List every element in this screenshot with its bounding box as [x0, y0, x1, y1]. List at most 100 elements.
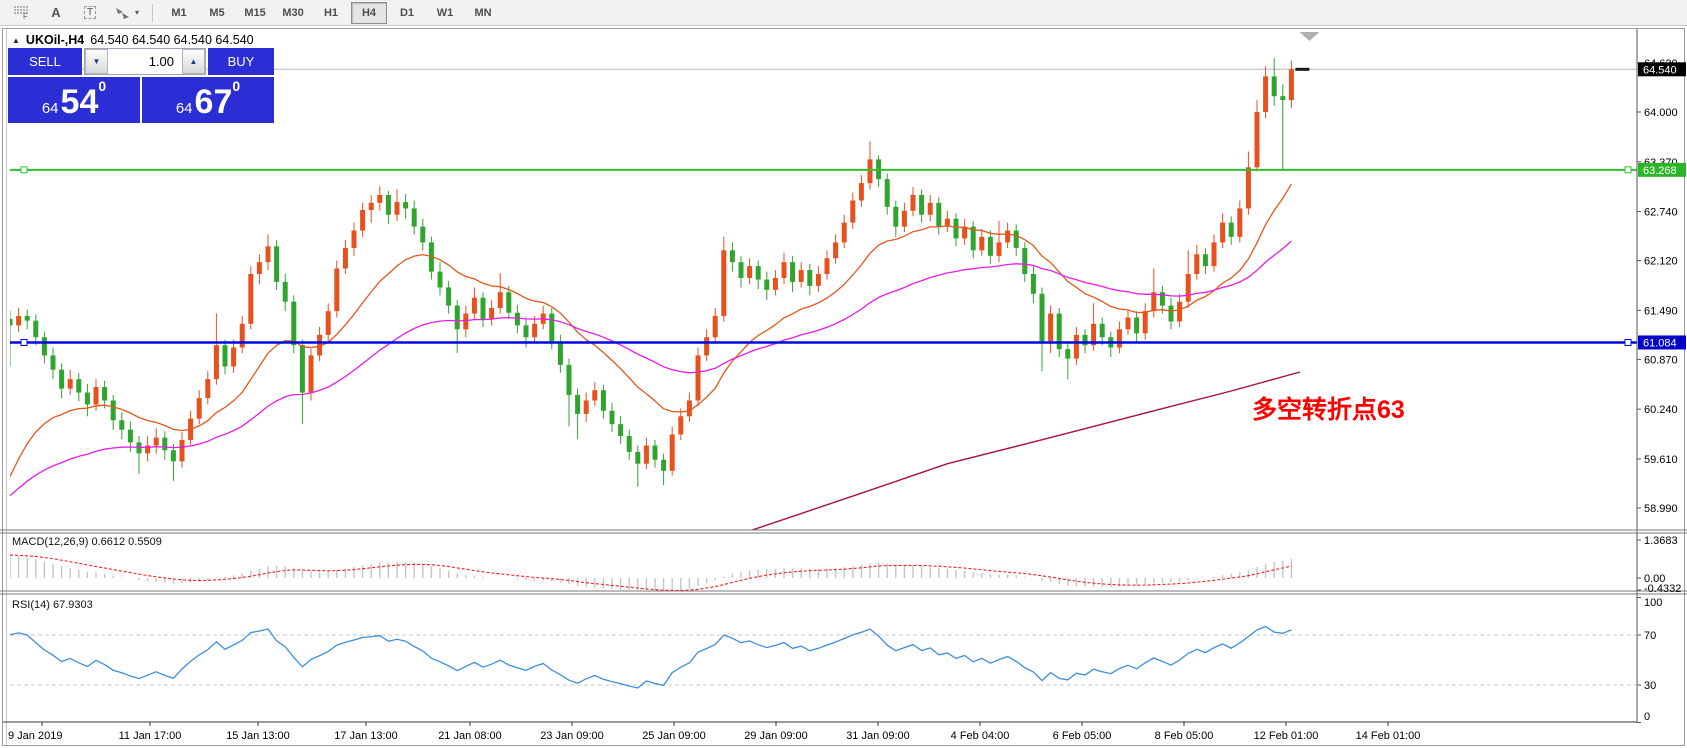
candle-body: [661, 459, 667, 471]
volume-up-button[interactable]: ▲: [182, 49, 205, 74]
candle-body: [772, 277, 778, 290]
candle-body: [635, 451, 641, 464]
candle-body: [1177, 301, 1183, 322]
rsi-tick-label: 100: [1644, 597, 1662, 609]
buy-price-digits: 67: [194, 83, 233, 121]
candle-body: [24, 315, 30, 321]
sell-price-prefix: 64: [41, 100, 59, 117]
candle-body: [953, 218, 959, 239]
candle-body: [781, 262, 787, 278]
candle-body: [1185, 274, 1191, 302]
candle-body: [308, 355, 314, 393]
candle-body: [1142, 311, 1148, 334]
candle-body: [299, 345, 305, 393]
candle-body: [850, 200, 856, 223]
candle-body: [342, 247, 348, 269]
price-badge-label: 64.540: [1643, 64, 1677, 76]
candle-body: [256, 262, 262, 275]
candle-body: [196, 398, 202, 419]
volume-stepper: ▼ 1.00 ▲: [84, 48, 206, 75]
collapse-arrow-icon[interactable]: ▲: [12, 36, 20, 45]
one-click-trade-panel: SELL ▼ 1.00 ▲ BUY 64 54 0 64 67 0: [8, 48, 274, 123]
candle-body: [841, 222, 847, 243]
candle-body: [84, 392, 90, 405]
time-tick-label: 14 Feb 01:00: [1356, 730, 1421, 742]
price-tick-label: 62.740: [1644, 207, 1678, 219]
candle-body: [652, 445, 658, 460]
candle-body: [222, 345, 228, 367]
buy-price-box[interactable]: 64 67 0: [142, 77, 274, 123]
buy-button[interactable]: BUY: [208, 48, 274, 75]
candle-body: [119, 420, 125, 430]
candle-body: [1099, 323, 1105, 338]
candle-body: [764, 279, 770, 290]
support-hline-handle[interactable]: [1624, 338, 1632, 346]
macd-tick-label: -0.4332: [1644, 583, 1681, 595]
candle-body: [1056, 313, 1062, 350]
fast-ma-line: [10, 183, 1292, 477]
candle-body: [575, 394, 581, 414]
candle-body: [403, 202, 409, 209]
candle-body: [59, 369, 65, 389]
candle-body: [996, 242, 1002, 256]
candle-body: [420, 226, 426, 243]
volume-input[interactable]: 1.00: [108, 49, 182, 74]
chart-header: ▲ UKOil-,H4 64.540 64.540 64.540 64.540: [12, 33, 254, 47]
candle-body: [815, 274, 821, 286]
candle-body: [360, 209, 366, 231]
price-tick-label: 59.610: [1644, 454, 1678, 466]
time-tick-label: 25 Jan 09:00: [642, 730, 706, 742]
macd-label: MACD(12,26,9) 0.6612 0.5509: [12, 536, 162, 548]
candle-body: [858, 183, 864, 201]
candle-body: [1013, 230, 1019, 248]
candle-body: [729, 250, 735, 263]
candle-body: [1202, 254, 1208, 267]
buy-price-pip: 0: [232, 78, 241, 94]
candle-body: [807, 270, 813, 286]
chart-text-annotation[interactable]: 多空转折点63: [1252, 390, 1405, 426]
candle-body: [532, 323, 538, 338]
candle-body: [489, 308, 495, 320]
candle-body: [1168, 305, 1174, 322]
volume-down-button[interactable]: ▼: [85, 49, 108, 74]
rsi-tick-label: 30: [1644, 680, 1656, 692]
support-hline-handle[interactable]: [20, 338, 28, 346]
candle-body: [1022, 247, 1028, 275]
sell-button[interactable]: SELL: [8, 48, 82, 75]
candle-body: [385, 194, 391, 215]
chart-shift-marker-icon[interactable]: [1299, 32, 1320, 41]
time-tick-label: 23 Jan 09:00: [540, 730, 604, 742]
candle-body: [919, 194, 925, 215]
candle-body: [213, 345, 219, 380]
candle-body: [10, 319, 13, 326]
macd-tick-label: 1.3683: [1644, 535, 1678, 547]
candle-body: [704, 337, 710, 356]
macd-signal-line: [10, 554, 1292, 591]
candle-body: [747, 266, 753, 278]
candle-body: [1134, 317, 1140, 334]
macd-pane: [10, 554, 1293, 591]
candle-body: [721, 250, 727, 316]
candle-body: [927, 202, 933, 215]
sell-price-box[interactable]: 64 54 0: [8, 77, 140, 123]
candle-body: [231, 347, 237, 367]
candle-body: [557, 341, 563, 365]
time-tick-label: 6 Feb 05:00: [1053, 730, 1112, 742]
candle-body: [265, 246, 271, 263]
candle-body: [738, 262, 744, 278]
candle-body: [1151, 292, 1157, 312]
candle-body: [936, 202, 942, 227]
rsi-line: [9, 625, 1292, 689]
time-tick-label: 8 Feb 05:00: [1155, 730, 1214, 742]
candle-body: [910, 194, 916, 211]
price-badge-label: 63.268: [1643, 165, 1677, 177]
candle-body: [76, 379, 82, 393]
candle-body: [1271, 76, 1277, 97]
candle-body: [463, 313, 469, 330]
candle-body: [592, 390, 598, 401]
resistance-hline-handle[interactable]: [1624, 166, 1632, 174]
candle-body: [824, 258, 830, 275]
resistance-hline-handle[interactable]: [20, 166, 28, 174]
time-tick-label: 9 Jan 2019: [8, 730, 62, 742]
candle-body: [798, 270, 804, 282]
